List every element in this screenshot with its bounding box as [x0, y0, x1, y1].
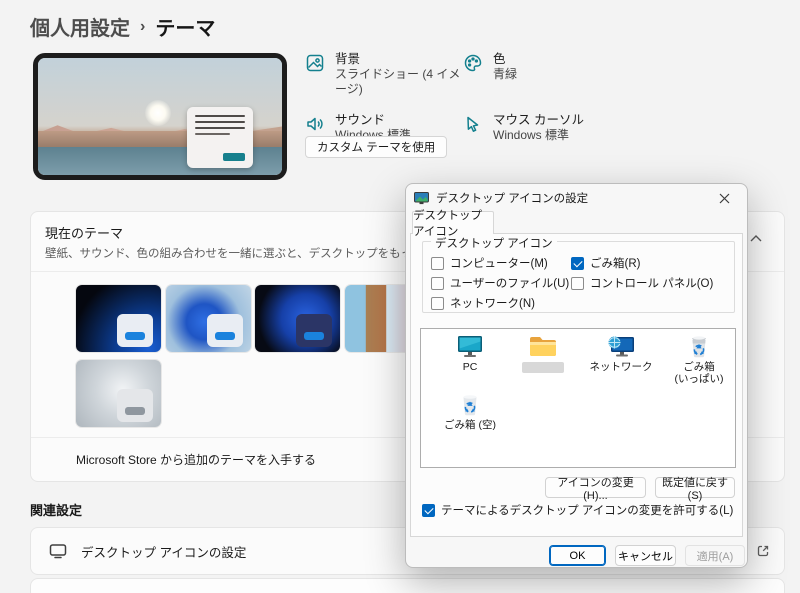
summary-color-value: 青緑 [493, 67, 518, 81]
ok-button[interactable]: OK [549, 545, 606, 566]
use-custom-theme-button[interactable]: カスタム テーマを使用 [305, 136, 448, 158]
recycle-bin-full-icon [692, 336, 706, 358]
checkbox-recycle-bin[interactable]: ごみ箱(R) [571, 255, 640, 271]
computer-checkbox-label: コンピューター(M) [450, 258, 548, 270]
theme-summary-grid: 背景 スライドショー (4 イメージ) 色 青緑 サウンド Windows 標準… [305, 52, 635, 143]
user-files-checkbox[interactable] [431, 276, 444, 290]
pc-icon-label: PC [462, 361, 478, 373]
theme-thumbnail-dark-blue[interactable] [76, 285, 161, 352]
breadcrumb-separator: › [140, 17, 146, 35]
theme-thumbnail-bloom-dark[interactable] [255, 285, 340, 352]
folder-icon [530, 337, 556, 356]
recycle-bin-checkbox-label: ごみ箱(R) [590, 258, 641, 270]
palette-icon [464, 54, 482, 72]
control-panel-checkbox-label: コントロール パネル(O) [590, 278, 714, 290]
preview-accent-chip [222, 152, 245, 161]
icon-item-recycle-empty[interactable]: ごみ箱 (空) [436, 393, 504, 431]
apply-button: 適用(A) [685, 545, 745, 566]
checkbox-computer[interactable]: コンピューター(M) [431, 255, 548, 271]
network-icon-label: ネットワーク [589, 361, 653, 373]
summary-cursor-label: マウス カーソル [493, 113, 584, 127]
theme-thumbnail-bloom-light[interactable] [166, 285, 251, 352]
recycle-bin-checkbox[interactable] [571, 256, 584, 270]
checkbox-user-files[interactable]: ユーザーのファイル(U) [431, 275, 569, 291]
allow-theme-change-row[interactable]: テーマによるデスクトップ アイコンの変更を許可する(L) [422, 502, 733, 518]
user-files-checkbox-label: ユーザーのファイル(U) [450, 278, 570, 290]
allow-theme-change-label: テーマによるデスクトップ アイコンの変更を許可する(L) [441, 505, 734, 517]
checkbox-control-panel[interactable]: コントロール パネル(O) [571, 275, 713, 291]
pc-icon [458, 336, 482, 357]
summary-cursor: マウス カーソル Windows 標準 [463, 113, 633, 143]
dialog-app-icon [414, 191, 429, 204]
network-checkbox[interactable] [431, 296, 444, 310]
icon-item-user-folder[interactable] [509, 335, 577, 373]
preview-window-card [186, 107, 253, 168]
summary-color: 色 青緑 [463, 52, 633, 97]
get-more-themes-label: Microsoft Store から追加のテーマを入手する [76, 453, 317, 467]
summary-background: 背景 スライドショー (4 イメージ) [305, 52, 463, 97]
page-title: テーマ [155, 18, 216, 40]
recycle-empty-label: ごみ箱 (空) [444, 419, 496, 431]
cancel-button[interactable]: キャンセル [615, 545, 676, 566]
recycle-bin-empty-icon [463, 395, 477, 416]
desktop-icons-listbox: PC ネットワーク ごみ箱 (いっぱい) ごみ箱 (空) [420, 328, 736, 468]
desktop-icon-settings-dialog: デスクトップ アイコンの設定 デスクトップ アイコン デスクトップ アイコン コ… [405, 183, 748, 568]
checkbox-network[interactable]: ネットワーク(N) [431, 295, 535, 311]
external-link-icon [757, 545, 769, 557]
summary-sound-label: サウンド [335, 113, 386, 127]
close-icon[interactable] [711, 188, 737, 208]
cursor-icon [467, 116, 479, 132]
control-panel-checkbox[interactable] [571, 276, 584, 290]
dialog-title: デスクトップ アイコンの設定 [436, 193, 589, 205]
recycle-full-label-line1: ごみ箱 [683, 361, 715, 373]
recycle-full-label-line2: (いっぱい) [674, 373, 724, 385]
summary-background-label: 背景 [335, 52, 361, 66]
allow-theme-change-checkbox[interactable] [422, 503, 435, 517]
breadcrumb: 個人用設定 › テーマ [30, 12, 215, 41]
image-icon [306, 54, 324, 72]
related-settings-heading: 関連設定 [30, 503, 83, 518]
network-checkbox-label: ネットワーク(N) [450, 298, 535, 310]
dialog-tab-page: デスクトップ アイコン コンピューター(M) ごみ箱(R) ユーザーのファイル(… [410, 233, 743, 537]
sound-icon [307, 117, 323, 131]
tab-desktop-icons[interactable]: デスクトップ アイコン [412, 210, 494, 238]
icon-item-pc[interactable]: PC [436, 335, 504, 373]
network-icon [608, 336, 634, 357]
computer-checkbox[interactable] [431, 256, 444, 270]
change-icon-button[interactable]: アイコンの変更(H)... [545, 477, 646, 502]
summary-color-label: 色 [493, 52, 506, 66]
theme-thumbnail-bloom-white[interactable] [76, 360, 161, 427]
related-settings-row-partial [30, 578, 785, 593]
icon-item-network[interactable]: ネットワーク [587, 335, 655, 373]
summary-cursor-value: Windows 標準 [493, 128, 570, 142]
theme-preview [33, 53, 287, 180]
desktop-icons-groupbox: デスクトップ アイコン コンピューター(M) ごみ箱(R) ユーザーのファイル(… [422, 235, 735, 313]
icon-item-recycle-full[interactable]: ごみ箱 (いっぱい) [665, 335, 733, 385]
redacted-label [522, 362, 564, 373]
desktop-icon [49, 544, 67, 559]
restore-default-button[interactable]: 既定値に戻す(S) [655, 477, 735, 502]
summary-background-value: スライドショー (4 イメージ) [335, 67, 461, 96]
breadcrumb-root[interactable]: 個人用設定 [30, 12, 130, 41]
